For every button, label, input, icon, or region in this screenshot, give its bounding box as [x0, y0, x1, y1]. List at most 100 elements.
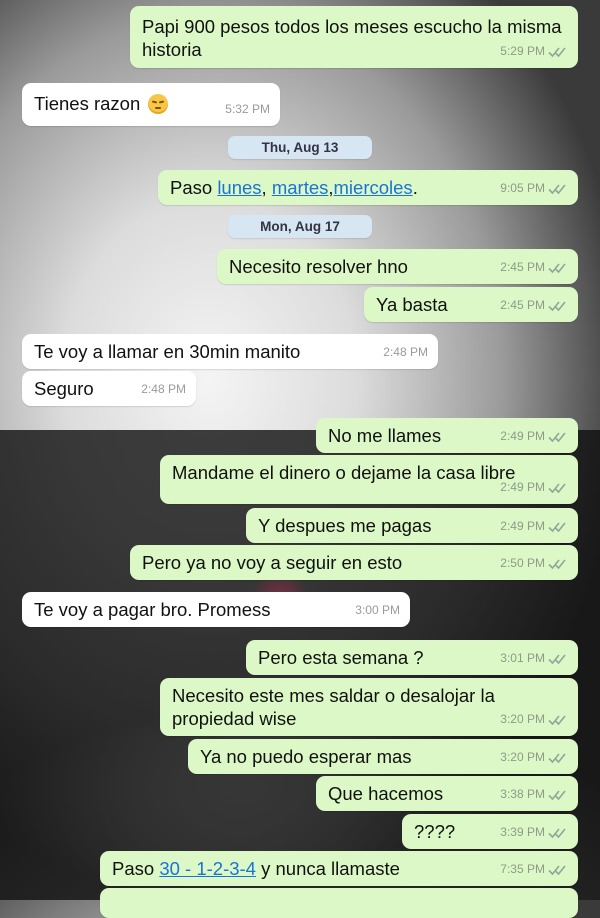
double-check-icon [548, 714, 568, 726]
message-meta: 3:00 PM [355, 599, 400, 622]
message-meta: 2:48 PM [383, 341, 428, 364]
double-check-icon [548, 864, 568, 876]
message-text: Ya basta [376, 294, 448, 315]
message-text: Papi 900 pesos todos los meses escucho l… [142, 16, 562, 60]
message-text: No me llames [328, 425, 442, 446]
message-meta: 3:01 PM [500, 647, 568, 670]
message-text-prefix: Paso [170, 177, 218, 198]
date-separator: Thu, Aug 13 [228, 136, 372, 159]
message-meta: 7:35 PM [500, 858, 568, 881]
message-meta: 2:50 PM [500, 552, 568, 575]
message-meta: 3:20 PM [500, 708, 568, 731]
message-outgoing-partial[interactable] [100, 888, 578, 918]
message-text-suffix: . [412, 177, 418, 198]
message-text: Mandame el dinero o dejame la casa libre [172, 462, 516, 483]
double-check-icon [548, 46, 568, 58]
message-outgoing[interactable]: ???? 3:39 PM [402, 814, 578, 849]
message-time: 7:35 PM [500, 862, 545, 876]
double-check-icon [548, 827, 568, 839]
message-text: Te voy a llamar en 30min manito [34, 341, 301, 362]
message-time: 2:49 PM [500, 519, 545, 533]
message-time: 3:20 PM [500, 750, 545, 764]
message-text: ???? [414, 821, 456, 842]
message-time: 2:48 PM [383, 345, 428, 359]
link-lunes[interactable]: lunes [217, 177, 261, 198]
message-text-suffix: y nunca llamaste [255, 858, 400, 879]
double-check-icon [548, 558, 568, 570]
date-separator: Mon, Aug 17 [228, 215, 372, 238]
double-check-icon [548, 653, 568, 665]
message-outgoing[interactable]: Necesito resolver hno 2:45 PM [217, 249, 578, 284]
message-incoming[interactable]: Tienes razon 5:32 PM [22, 83, 280, 126]
double-check-icon [548, 300, 568, 312]
message-text: Pero ya no voy a seguir en esto [142, 552, 403, 573]
message-incoming[interactable]: Seguro 2:48 PM [22, 371, 196, 406]
message-incoming[interactable]: Te voy a pagar bro. Promess 3:00 PM [22, 592, 410, 627]
double-check-icon [548, 431, 568, 443]
message-time: 3:38 PM [500, 787, 545, 801]
message-time: 3:00 PM [355, 603, 400, 617]
message-meta: 2:49 PM [500, 515, 568, 538]
message-time: 2:49 PM [500, 480, 545, 494]
message-text: Tienes razon [34, 93, 141, 114]
message-outgoing[interactable]: Papi 900 pesos todos los meses escucho l… [130, 6, 578, 68]
chat-thread[interactable]: Papi 900 pesos todos los meses escucho l… [0, 0, 600, 918]
message-meta: 2:49 PM [500, 476, 568, 499]
message-text: Y despues me pagas [258, 515, 432, 536]
message-time: 5:32 PM [225, 102, 270, 116]
message-outgoing[interactable]: Mandame el dinero o dejame la casa libre… [160, 455, 578, 504]
link-martes[interactable]: martes [272, 177, 329, 198]
message-outgoing[interactable]: Ya basta 2:45 PM [364, 287, 578, 322]
message-time: 3:01 PM [500, 651, 545, 665]
message-incoming[interactable]: Te voy a llamar en 30min manito 2:48 PM [22, 334, 438, 369]
message-outgoing[interactable]: Pero esta semana ? 3:01 PM [246, 640, 578, 675]
message-time: 2:49 PM [500, 429, 545, 443]
double-check-icon [548, 262, 568, 274]
message-outgoing[interactable]: Paso 30 - 1-2-3-4 y nunca llamaste 7:35 … [100, 851, 578, 886]
message-outgoing[interactable]: Necesito este mes saldar o desalojar la … [160, 678, 578, 736]
message-meta: 3:20 PM [500, 746, 568, 769]
message-time: 3:20 PM [500, 712, 545, 726]
message-time: 2:45 PM [500, 298, 545, 312]
message-text-prefix: Paso [112, 858, 160, 879]
message-meta: 3:39 PM [500, 821, 568, 844]
message-text: Necesito este mes saldar o desalojar la … [172, 685, 495, 729]
message-text: Seguro [34, 378, 94, 399]
message-time: 2:48 PM [141, 382, 186, 396]
message-outgoing[interactable]: Y despues me pagas 2:49 PM [246, 508, 578, 543]
message-outgoing[interactable]: Paso lunes, martes,miercoles. 9:05 PM [158, 170, 578, 205]
message-time: 5:29 PM [500, 44, 545, 58]
double-check-icon [548, 789, 568, 801]
message-text: Pero esta semana ? [258, 647, 424, 668]
pensive-face-icon [148, 94, 169, 114]
separator: , [261, 177, 272, 198]
message-outgoing[interactable]: Ya no puedo esperar mas 3:20 PM [188, 739, 578, 774]
message-meta: 3:38 PM [500, 783, 568, 806]
double-check-icon [548, 752, 568, 764]
message-text: Necesito resolver hno [229, 256, 408, 277]
message-text: Que hacemos [328, 783, 444, 804]
message-text: Paso 30 - 1-2-3-4 y nunca llamaste [112, 858, 400, 879]
message-outgoing[interactable]: Que hacemos 3:38 PM [316, 776, 578, 811]
message-time: 2:45 PM [500, 260, 545, 274]
message-meta: 2:45 PM [500, 256, 568, 279]
message-meta: 5:32 PM [225, 98, 270, 121]
message-meta: 2:49 PM [500, 425, 568, 448]
message-text: Te voy a pagar bro. Promess [34, 599, 271, 620]
link-dates[interactable]: 30 - 1-2-3-4 [159, 858, 256, 879]
link-miercoles[interactable]: miercoles [334, 177, 413, 198]
message-text: Ya no puedo esperar mas [200, 746, 412, 767]
message-time: 3:39 PM [500, 825, 545, 839]
message-time: 2:50 PM [500, 556, 545, 570]
message-outgoing[interactable]: Pero ya no voy a seguir en esto 2:50 PM [130, 545, 578, 580]
double-check-icon [548, 183, 568, 195]
message-meta: 2:45 PM [500, 294, 568, 317]
message-meta: 9:05 PM [500, 177, 568, 200]
message-time: 9:05 PM [500, 181, 545, 195]
double-check-icon [548, 482, 568, 494]
message-meta: 2:48 PM [141, 378, 186, 401]
double-check-icon [548, 521, 568, 533]
message-outgoing[interactable]: No me llames 2:49 PM [316, 418, 578, 453]
message-text: Paso lunes, martes,miercoles. [170, 177, 418, 198]
message-meta: 5:29 PM [500, 40, 568, 63]
